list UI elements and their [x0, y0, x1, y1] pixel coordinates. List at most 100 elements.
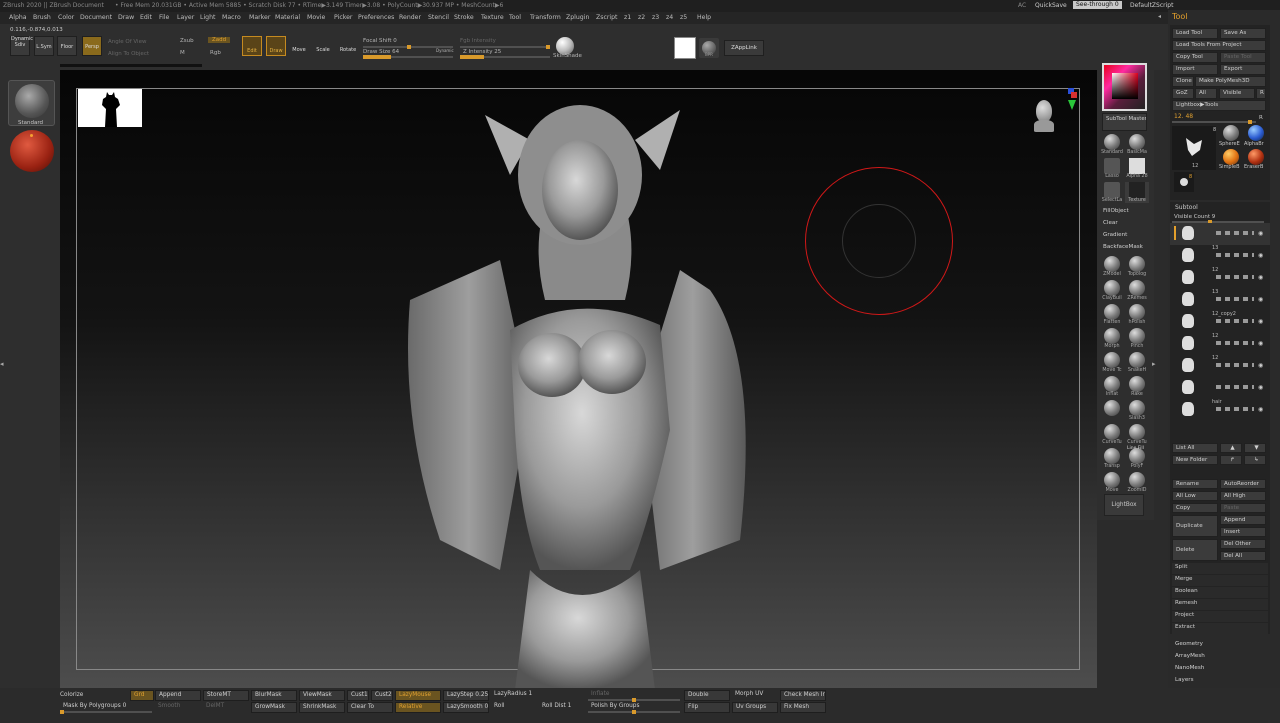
draw-size-track[interactable]: [363, 55, 453, 59]
shelf-brush-3-0[interactable]: Morph: [1100, 328, 1124, 349]
copy-tool-button[interactable]: Copy Tool: [1172, 52, 1218, 63]
make-polymesh-button[interactable]: Make PolyMesh3D: [1195, 76, 1266, 87]
blurmask-button[interactable]: BlurMask: [251, 690, 297, 701]
right-tray-arrow-icon[interactable]: ▸: [1152, 360, 1156, 374]
menu-item-stroke[interactable]: Stroke: [454, 14, 474, 21]
rgb-intensity-slider[interactable]: Fgb Intensity: [460, 38, 496, 44]
main-color-swatch[interactable]: [674, 37, 696, 59]
growmask-button[interactable]: GrowMask: [251, 702, 297, 713]
all-high-button[interactable]: All High: [1220, 491, 1266, 501]
shelf-brush-0-0[interactable]: ZModel: [1100, 256, 1124, 277]
shelf-brush-5-1[interactable]: Rake: [1125, 376, 1149, 397]
new-folder-button[interactable]: New Folder: [1172, 455, 1218, 465]
move-up-button[interactable]: ▲: [1220, 443, 1242, 453]
delete-button[interactable]: Delete: [1172, 539, 1218, 561]
menu-item-material[interactable]: Material: [275, 14, 300, 21]
menu-item-layer[interactable]: Layer: [177, 14, 194, 21]
menu-item-transform[interactable]: Transform: [530, 14, 561, 21]
cust1-button[interactable]: Cust1: [347, 690, 369, 701]
shelf-brush-8-1[interactable]: PolyF: [1125, 448, 1149, 469]
move-down-button[interactable]: ▼: [1244, 443, 1266, 453]
angle-of-view-slider[interactable]: Angle Of View: [108, 39, 146, 45]
shelf-brush-0-1[interactable]: Topolog: [1125, 256, 1149, 277]
export-button[interactable]: Export: [1220, 64, 1266, 75]
tool-spheree[interactable]: [1219, 125, 1243, 141]
shelf-brush-6-0[interactable]: [1100, 400, 1124, 416]
subtool-item[interactable]: hair ◉: [1170, 399, 1270, 421]
shelf-select-lasso[interactable]: SelectLa: [1100, 182, 1124, 203]
colorize-button[interactable]: Colorize: [60, 692, 83, 698]
arrow-down-right-icon[interactable]: ↳: [1244, 455, 1266, 465]
subtool-master-button[interactable]: SubTool Master: [1102, 113, 1147, 131]
panel-collapse-icon[interactable]: ◂: [1158, 13, 1164, 21]
tool-alphabr[interactable]: [1244, 125, 1268, 141]
subtool-project-button[interactable]: Project: [1172, 611, 1268, 622]
flip-button[interactable]: Flip: [684, 702, 730, 713]
mask-by-polygroups-track[interactable]: [60, 710, 152, 714]
subtool-merge-button[interactable]: Merge: [1172, 575, 1268, 586]
inflate-track[interactable]: [588, 698, 680, 702]
polish-by-groups-track[interactable]: [588, 710, 680, 714]
append-mt-button[interactable]: Append: [155, 690, 201, 701]
shelf-brush-2-0[interactable]: Flatten: [1100, 304, 1124, 325]
subtool-toggles[interactable]: [1216, 363, 1254, 367]
zapplink-button[interactable]: ZAppLink: [724, 40, 764, 56]
paste-tool-button[interactable]: Paste Tool: [1220, 52, 1266, 63]
grd-button[interactable]: Grd: [130, 690, 154, 701]
eye-icon[interactable]: ◉: [1258, 318, 1263, 325]
shelf-brush-4-1[interactable]: SnakeH: [1125, 352, 1149, 373]
relative-button[interactable]: Relative: [395, 702, 441, 713]
subtool-item[interactable]: 12 ◉: [1170, 355, 1270, 377]
color-picker[interactable]: [1102, 63, 1147, 111]
menu-item-document[interactable]: Document: [80, 14, 112, 21]
tool-eraserb[interactable]: [1244, 149, 1268, 165]
delmt-button[interactable]: DelMT: [203, 702, 249, 713]
menu-item-stencil[interactable]: Stencil: [428, 14, 449, 21]
lazyradius-slider[interactable]: LazyRadius 1: [491, 690, 537, 701]
lazysmooth-slider[interactable]: LazySmooth 0: [443, 702, 489, 713]
orientation-head-icon[interactable]: [1032, 100, 1056, 140]
document-canvas[interactable]: [60, 70, 1097, 688]
shelf-texture[interactable]: Texture: [1125, 182, 1149, 203]
menu-item-alpha[interactable]: Alpha: [9, 14, 27, 21]
save-as-button[interactable]: Save As: [1220, 28, 1266, 39]
subpalette-geometry[interactable]: Geometry: [1172, 640, 1268, 651]
clone-button[interactable]: Clone: [1172, 76, 1194, 87]
fillobject-button[interactable]: FillObject: [1100, 207, 1152, 217]
lazymouse-button[interactable]: LazyMouse: [395, 690, 441, 701]
rgb-intensity-track[interactable]: [460, 45, 550, 49]
menu-item-z4[interactable]: z4: [666, 14, 673, 21]
quicksave-button[interactable]: QuickSave: [1035, 2, 1067, 9]
double-button[interactable]: Double: [684, 690, 730, 701]
arrow-up-right-icon[interactable]: ↱: [1220, 455, 1242, 465]
draw-button[interactable]: Draw: [266, 36, 286, 56]
clear-button[interactable]: Clear: [1100, 219, 1152, 229]
sculpt-model[interactable]: [380, 100, 800, 688]
subtool-extract-button[interactable]: Extract: [1172, 623, 1268, 634]
shelf-alpha[interactable]: Alpha 28: [1125, 158, 1149, 179]
subtool-item[interactable]: ◉: [1170, 377, 1270, 399]
load-tools-from-project-button[interactable]: Load Tools From Project: [1172, 40, 1266, 51]
clear-to-button[interactable]: Clear To: [347, 702, 393, 713]
uv-groups-button[interactable]: Uv Groups: [732, 702, 778, 713]
rgb-button[interactable]: Rgb: [210, 50, 221, 56]
subtool-item[interactable]: 12_copy2 ◉: [1170, 311, 1270, 333]
shelf-brush-9-0[interactable]: Move: [1100, 472, 1124, 493]
storemt-button[interactable]: StoreMT: [203, 690, 249, 701]
lightbox-tools-button[interactable]: Lightbox▶Tools: [1172, 100, 1266, 111]
backfacemask-button[interactable]: BackfaceMask: [1100, 243, 1152, 253]
lsym-button[interactable]: L.Sym: [34, 36, 54, 56]
menu-item-edit[interactable]: Edit: [140, 14, 152, 21]
list-all-button[interactable]: List All: [1172, 443, 1218, 453]
default-zscript-button[interactable]: DefaultZScript: [1130, 2, 1173, 9]
m-button[interactable]: M: [180, 50, 185, 56]
insert-button[interactable]: Insert: [1220, 527, 1266, 537]
fix-mesh-button[interactable]: Fix Mesh: [780, 702, 826, 713]
check-mesh-button[interactable]: Check Mesh Int: [780, 690, 826, 701]
roll-button[interactable]: Roll: [491, 702, 537, 713]
goz-r-button[interactable]: R: [1256, 88, 1266, 99]
eye-icon[interactable]: ◉: [1258, 406, 1263, 413]
menu-item-z3[interactable]: z3: [652, 14, 659, 21]
axis-gizmo-icon[interactable]: [1068, 88, 1078, 110]
zsub-button[interactable]: Zsub: [180, 38, 194, 44]
